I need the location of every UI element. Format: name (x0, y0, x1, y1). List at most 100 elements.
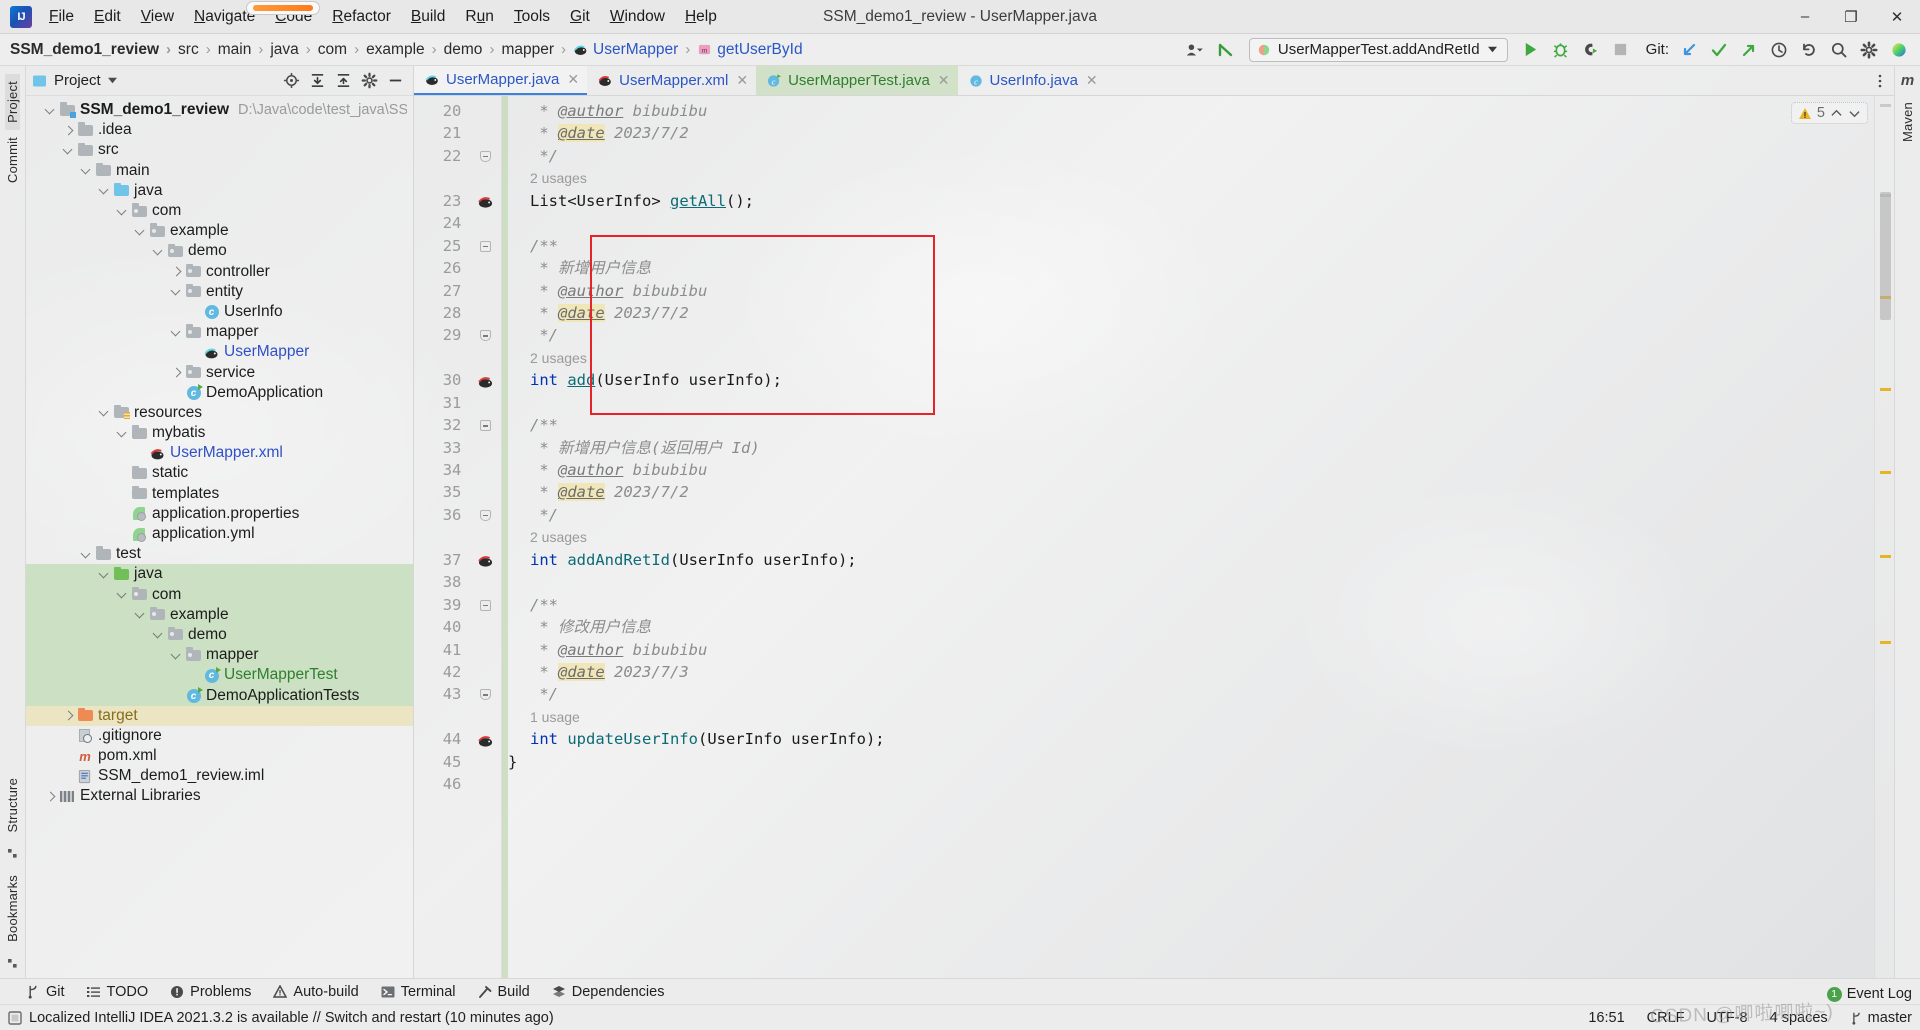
tool-window-autobuild[interactable]: Auto-build (273, 984, 359, 1000)
code-fold-marker[interactable] (469, 414, 501, 436)
rollback-icon[interactable] (1796, 38, 1822, 62)
tree-node-java[interactable]: java (26, 564, 413, 585)
mybatis-statement-icon[interactable] (469, 369, 501, 391)
more-options-icon[interactable] (1872, 73, 1888, 89)
tree-node-userinfo[interactable]: c UserInfo (26, 302, 413, 322)
tree-node-resources[interactable]: resources (26, 403, 413, 423)
menu-file[interactable]: FFileile (40, 4, 83, 30)
code-line[interactable]: */ (508, 324, 1874, 346)
collapse-all-icon[interactable] (305, 70, 329, 92)
tool-window-dependencies[interactable]: Dependencies (552, 984, 664, 1000)
tree-node-usermappertest[interactable]: c UserMapperTest (26, 665, 413, 686)
inspection-widget[interactable]: 5 (1790, 102, 1868, 124)
code-line[interactable] (508, 392, 1874, 414)
code-line[interactable]: * @author bibubibu (508, 459, 1874, 481)
sidebar-item-commit[interactable]: Commit (5, 130, 20, 190)
editor-tab-options[interactable] (1872, 66, 1894, 95)
code-line[interactable] (508, 773, 1874, 795)
tree-node-templates[interactable]: templates (26, 484, 413, 504)
tool-window-git[interactable]: Git (26, 984, 65, 1000)
run-configuration-selector[interactable]: UserMapperTest.addAndRetId (1248, 37, 1508, 62)
chevron-right-icon[interactable] (170, 265, 183, 278)
tree-node-idea[interactable]: .idea (26, 120, 413, 140)
settings-icon[interactable] (1856, 38, 1882, 62)
code-fold-marker[interactable] (469, 504, 501, 526)
event-log-widget[interactable]: 1 Event Log (1826, 986, 1912, 1002)
sidebar-item-structure[interactable]: Structure (5, 771, 20, 840)
tree-node-static[interactable]: static (26, 463, 413, 483)
tree-node-ssm-demo1-review-iml[interactable]: SSM_demo1_review.iml (26, 766, 413, 786)
scrollbar-thumb[interactable] (1880, 192, 1891, 320)
stop-icon[interactable] (1608, 38, 1634, 62)
code-line[interactable]: * 新增用户信息 (508, 257, 1874, 279)
minimize-button[interactable]: – (1782, 0, 1828, 34)
code-line[interactable]: 2 usages (508, 167, 1874, 189)
breadcrumb-usermapper[interactable]: UserMapper › (573, 41, 697, 59)
gear-icon[interactable] (357, 70, 381, 92)
chevron-up-icon[interactable] (1830, 108, 1843, 119)
chevron-down-icon[interactable] (134, 225, 147, 238)
tree-node-target[interactable]: target (26, 705, 413, 726)
code-line[interactable]: 1 usage (508, 706, 1874, 728)
code-fold-marker[interactable] (469, 145, 501, 167)
tree-node-external-libraries[interactable]: External Libraries (26, 786, 413, 806)
chevron-down-icon[interactable] (98, 406, 111, 419)
menu-view[interactable]: View (132, 4, 183, 30)
tree-node-service[interactable]: service (26, 362, 413, 382)
code-line[interactable]: int add(UserInfo userInfo); (508, 369, 1874, 391)
tree-node-demoapplicationtests[interactable]: c DemoApplicationTests (26, 685, 413, 706)
sidebar-item-maven[interactable]: Maven (1900, 95, 1915, 149)
sidebar-item-project[interactable]: Project (5, 74, 20, 130)
code-line[interactable]: * 新增用户信息(返回用户 Id) (508, 437, 1874, 459)
search-everywhere-icon[interactable] (1826, 38, 1852, 62)
tree-node-com[interactable]: com (26, 201, 413, 221)
tree-node-controller[interactable]: controller (26, 262, 413, 282)
maximize-button[interactable]: ❐ (1828, 0, 1874, 34)
chevron-right-icon[interactable] (62, 124, 75, 137)
tab-usermapper-java[interactable]: UserMapper.java ✕ (414, 66, 588, 95)
close-icon[interactable]: ✕ (938, 72, 950, 89)
tree-node-demo[interactable]: demo (26, 624, 413, 646)
ide-features-icon[interactable] (1886, 38, 1912, 62)
close-icon[interactable]: ✕ (567, 71, 579, 88)
git-push-icon[interactable] (1736, 38, 1762, 62)
debug-icon[interactable] (1548, 38, 1574, 62)
tree-node-src[interactable]: src (26, 140, 413, 160)
menu-build[interactable]: Build (402, 4, 454, 30)
git-commit-icon[interactable] (1706, 38, 1732, 62)
code-line[interactable]: */ (508, 145, 1874, 167)
notification-icon[interactable] (8, 1010, 22, 1025)
code-line[interactable]: * @date 2023/7/2 (508, 122, 1874, 144)
tree-node-mapper[interactable]: mapper (26, 645, 413, 666)
breadcrumb-project[interactable]: SSM_demo1_review › (10, 41, 178, 59)
tree-node-entity[interactable]: entity (26, 282, 413, 302)
menu-refactor[interactable]: Refactor (323, 4, 400, 30)
tool-window-todo[interactable]: TODO (86, 984, 148, 1000)
chevron-down-icon[interactable] (116, 205, 129, 218)
mybatis-statement-icon[interactable] (469, 549, 501, 571)
tree-node-demo[interactable]: demo (26, 241, 413, 261)
code-line[interactable]: */ (508, 504, 1874, 526)
chevron-down-icon[interactable] (80, 164, 93, 177)
code-line[interactable]: * @date 2023/7/2 (508, 481, 1874, 503)
mybatis-statement-icon[interactable] (469, 190, 501, 212)
menu-tools[interactable]: Tools (505, 4, 559, 30)
breadcrumb-com[interactable]: com › (318, 41, 366, 59)
status-branch[interactable]: master (1850, 1010, 1912, 1026)
back-arrow-icon[interactable] (1213, 38, 1239, 62)
menu-window[interactable]: Window (601, 4, 674, 30)
code-line[interactable]: * 修改用户信息 (508, 616, 1874, 638)
status-indent[interactable]: 4 spaces (1770, 1010, 1828, 1026)
chevron-down-icon[interactable] (98, 568, 111, 581)
menu-git[interactable]: Git (561, 4, 599, 30)
chevron-down-icon[interactable] (107, 76, 118, 85)
tool-window-problems[interactable]: Problems (170, 984, 251, 1000)
status-encoding[interactable]: UTF-8 (1707, 1010, 1748, 1026)
chevron-down-icon[interactable] (134, 608, 147, 621)
chevron-down-icon[interactable] (98, 184, 111, 197)
code-fold-marker[interactable] (469, 324, 501, 346)
breadcrumb-java[interactable]: java › (270, 41, 317, 59)
tree-node-demoapplication[interactable]: c DemoApplication (26, 383, 413, 403)
code-line[interactable]: int addAndRetId(UserInfo userInfo); (508, 549, 1874, 571)
tree-node-mapper[interactable]: mapper (26, 322, 413, 342)
